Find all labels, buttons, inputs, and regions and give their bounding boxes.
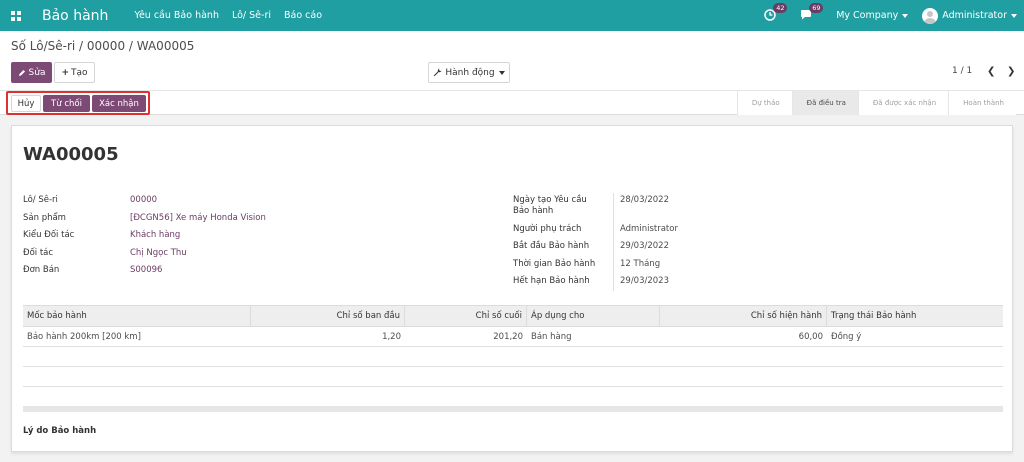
column-header-applies-to[interactable]: Áp dụng cho bbox=[527, 306, 660, 326]
field-label-warranty-start: Bắt đầu Bảo hành bbox=[513, 241, 590, 251]
user-avatar[interactable] bbox=[922, 7, 939, 24]
breadcrumb-separator: / bbox=[125, 39, 137, 53]
cancel-button[interactable]: Hủy bbox=[11, 95, 41, 112]
column-header-warranty-status[interactable]: Trạng thái Bảo hành bbox=[827, 306, 1003, 326]
column-header-current-value[interactable]: Chỉ số hiện hành bbox=[660, 306, 827, 326]
breadcrumb: Số Lô/Sê-ri / 00000 / WA00005 bbox=[11, 39, 194, 53]
chevron-down-icon bbox=[498, 70, 505, 75]
control-panel: Số Lô/Sê-ri / 00000 / WA00005 Sửa + Tạo … bbox=[0, 31, 1024, 115]
messages-chat-icon[interactable]: 69 bbox=[800, 2, 824, 23]
field-label-partner-type: Kiểu Đối tác bbox=[23, 230, 75, 240]
stage-investigated[interactable]: Đã điều tra bbox=[791, 91, 858, 115]
message-count-badge: 69 bbox=[809, 2, 824, 13]
breadcrumb-separator: / bbox=[75, 39, 87, 53]
edit-button[interactable]: Sửa bbox=[11, 62, 52, 83]
app-title[interactable]: Bảo hành bbox=[42, 8, 108, 24]
cell-current-value: 60,00 bbox=[798, 332, 823, 342]
create-button[interactable]: + Tạo bbox=[54, 62, 95, 83]
company-switcher[interactable]: My Company bbox=[836, 10, 909, 21]
create-label: Tạo bbox=[71, 67, 88, 78]
table-header: Mốc bảo hành Chỉ số ban đầu Chỉ số cuối … bbox=[23, 305, 1003, 327]
warranty-reason-label: Lý do Bảo hành bbox=[23, 426, 97, 436]
record-title: WA00005 bbox=[23, 144, 119, 165]
menu-warranty-requests[interactable]: Yêu cầu Bảo hành bbox=[134, 10, 219, 21]
field-label-request-date: Ngày tạo Yêu cầu Bảo hành bbox=[513, 195, 587, 217]
cell-warranty-status: Đồng ý bbox=[831, 332, 862, 342]
field-value-request-date: 28/03/2022 bbox=[620, 195, 669, 205]
pencil-icon bbox=[18, 69, 25, 76]
column-header-milestone[interactable]: Mốc bảo hành bbox=[23, 306, 251, 326]
stage-done[interactable]: Hoàn thành bbox=[948, 91, 1016, 115]
user-name: Administrator bbox=[942, 10, 1007, 21]
empty-row bbox=[23, 347, 1003, 367]
chevron-down-icon bbox=[1011, 13, 1017, 18]
table-row[interactable]: Bảo hành 200km [200 km] 1,20 201,20 Bán … bbox=[23, 327, 1003, 347]
breadcrumb-lots-serials[interactable]: Số Lô/Sê-ri bbox=[11, 39, 75, 53]
field-value-product[interactable]: [ĐCGN56] Xe máy Honda Vision bbox=[130, 213, 266, 224]
activity-clock-icon[interactable]: 42 bbox=[764, 2, 788, 23]
edit-label: Sửa bbox=[28, 67, 46, 78]
action-dropdown-button[interactable]: Hành động bbox=[428, 62, 510, 83]
breadcrumb-lot[interactable]: 00000 bbox=[87, 39, 125, 53]
field-value-warranty-duration: 12 Tháng bbox=[620, 259, 661, 269]
chevron-down-icon bbox=[902, 13, 909, 18]
group-divider bbox=[613, 193, 614, 291]
apps-menu-icon[interactable] bbox=[11, 10, 21, 21]
user-menu[interactable]: Administrator bbox=[942, 10, 1017, 21]
field-label-warranty-expiry: Hết hạn Bảo hành bbox=[513, 276, 590, 286]
field-label-request-date-line1: Ngày tạo Yêu cầu bbox=[513, 195, 587, 205]
field-value-warranty-start: 29/03/2022 bbox=[620, 241, 669, 251]
field-label-responsible: Người phụ trách bbox=[513, 224, 582, 234]
plus-icon: + bbox=[61, 67, 69, 78]
section-separator bbox=[23, 406, 1003, 412]
field-value-warranty-expiry: 29/03/2023 bbox=[620, 276, 669, 286]
field-label-sale-order: Đơn Bán bbox=[23, 265, 60, 275]
field-label-warranty-duration: Thời gian Bảo hành bbox=[513, 259, 596, 269]
menu-lots-serials[interactable]: Lô/ Sê-ri bbox=[232, 10, 271, 21]
cell-milestone: Bảo hành 200km [200 km] bbox=[27, 332, 141, 342]
refuse-button[interactable]: Từ chối bbox=[43, 95, 90, 112]
cell-applies-to: Bán hàng bbox=[531, 332, 572, 342]
field-label-product: Sản phẩm bbox=[23, 213, 66, 223]
activity-count-badge: 42 bbox=[773, 2, 788, 13]
previous-record-icon[interactable]: ❮ bbox=[987, 66, 995, 77]
warranty-milestones-table: Mốc bảo hành Chỉ số ban đầu Chỉ số cuối … bbox=[23, 305, 1003, 387]
field-label-request-date-line2: Bảo hành bbox=[513, 206, 554, 216]
stage-progress: Dự thảo Đã điều tra Đã được xác nhận Hoà… bbox=[736, 91, 1016, 115]
cell-final-value: 201,20 bbox=[493, 332, 523, 342]
wrench-icon bbox=[434, 68, 442, 77]
field-value-lot[interactable]: 00000 bbox=[130, 195, 157, 206]
action-label: Hành động bbox=[445, 67, 495, 78]
stage-draft[interactable]: Dự thảo bbox=[736, 91, 792, 115]
stage-confirmed[interactable]: Đã được xác nhận bbox=[857, 91, 949, 115]
field-label-partner: Đối tác bbox=[23, 248, 54, 258]
status-bar: Hủy Từ chối Xác nhận Dự thảo Đã điều tra… bbox=[0, 90, 1024, 115]
cell-initial-value: 1,20 bbox=[382, 332, 401, 342]
field-value-responsible: Administrator bbox=[620, 224, 678, 234]
top-navbar: Bảo hành Yêu cầu Bảo hành Lô/ Sê-ri Báo … bbox=[0, 0, 1024, 31]
breadcrumb-current: WA00005 bbox=[136, 39, 195, 53]
column-header-final-value[interactable]: Chỉ số cuối bbox=[405, 306, 527, 326]
form-sheet: WA00005 Lô/ Sê-ri 00000 Sản phẩm [ĐCGN56… bbox=[11, 125, 1013, 452]
menu-reports[interactable]: Báo cáo bbox=[284, 10, 322, 21]
company-name: My Company bbox=[836, 10, 899, 21]
next-record-icon[interactable]: ❯ bbox=[1007, 66, 1015, 77]
pager-value[interactable]: 1 / 1 bbox=[952, 66, 972, 76]
empty-row bbox=[23, 367, 1003, 387]
field-label-lot: Lô/ Sê-ri bbox=[23, 195, 58, 205]
field-value-partner[interactable]: Chị Ngọc Thu bbox=[130, 248, 187, 259]
confirm-button[interactable]: Xác nhận bbox=[92, 95, 146, 112]
column-header-initial-value[interactable]: Chỉ số ban đầu bbox=[251, 306, 405, 326]
field-value-partner-type[interactable]: Khách hàng bbox=[130, 230, 180, 241]
field-value-sale-order[interactable]: S00096 bbox=[130, 265, 162, 276]
